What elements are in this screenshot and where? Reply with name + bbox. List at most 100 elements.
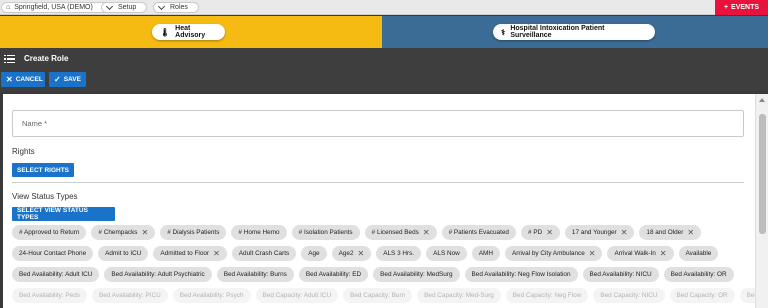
scrollbar[interactable]: [755, 94, 768, 308]
status-type-chip[interactable]: Bed Capacity: Peds: [739, 288, 755, 303]
status-type-chip-label: Age2: [338, 250, 354, 257]
remove-chip-icon[interactable]: ✕: [358, 249, 365, 258]
status-type-chip-label: Bed Availability: MedSurg: [380, 271, 453, 278]
status-type-chip[interactable]: Bed Capacity: NICU: [593, 288, 665, 303]
surveillance-pill[interactable]: ⚕ Hospital Intoxication Patient Surveill…: [493, 24, 655, 40]
status-type-chip[interactable]: Arrival by City Ambulance ✕: [504, 246, 603, 261]
status-type-chip[interactable]: Bed Capacity: Adult ICU: [255, 288, 339, 303]
cancel-button[interactable]: ✕ CANCEL: [1, 72, 45, 87]
remove-chip-icon[interactable]: ✕: [687, 228, 694, 237]
status-type-chip[interactable]: Bed Availability: OR: [663, 267, 734, 282]
status-type-chip[interactable]: Bed Capacity: Burn: [343, 288, 413, 303]
scroll-up-icon[interactable]: [759, 98, 765, 102]
alert-banner-row: 🌡 Heat Advisory ⚕ Hospital Intoxication …: [0, 16, 768, 48]
remove-chip-icon[interactable]: ✕: [141, 228, 148, 237]
remove-chip-icon[interactable]: ✕: [423, 228, 430, 237]
status-type-chip[interactable]: AMH: [471, 246, 500, 261]
chip-row: # Approved to Return # Chempacks ✕ # Dialys…: [12, 225, 747, 240]
remove-chip-icon[interactable]: ✕: [546, 228, 553, 237]
breadcrumb-setup-label: Setup: [118, 4, 137, 11]
status-type-chip[interactable]: # Isolation Patients: [291, 225, 360, 240]
status-type-chip[interactable]: # Dialysis Patients: [160, 225, 227, 240]
status-type-chip[interactable]: Available: [678, 246, 719, 261]
alert-banner-heat: 🌡 Heat Advisory: [0, 16, 382, 48]
status-type-chip[interactable]: Admitted to Floor ✕: [153, 246, 227, 261]
status-type-chip[interactable]: Bed Availability: Adult Psychiatric: [104, 267, 212, 282]
status-type-chip[interactable]: # Patients Evacuated: [441, 225, 516, 240]
status-type-chip[interactable]: # Home Hemo: [231, 225, 287, 240]
remove-chip-icon[interactable]: ✕: [589, 249, 596, 258]
heat-advisory-pill[interactable]: 🌡 Heat Advisory: [152, 24, 225, 40]
chip-row: Bed Availability: Adult ICU Bed Availabil…: [12, 267, 747, 282]
view-status-types-label: View Status Types: [12, 192, 78, 201]
status-type-chip[interactable]: 18 and Older ✕: [639, 225, 702, 240]
status-type-chip[interactable]: Bed Availability: Burns: [216, 267, 294, 282]
status-type-chip[interactable]: Admit to ICU: [98, 246, 149, 261]
status-type-chip-label: # PD: [527, 229, 543, 236]
breadcrumb-roles[interactable]: Roles: [153, 2, 199, 13]
check-icon: ✓: [54, 75, 61, 84]
status-type-chip[interactable]: # Chempacks ✕: [91, 225, 156, 240]
status-type-chip-label: Available: [685, 250, 712, 257]
status-type-chip[interactable]: ALS Now: [426, 246, 467, 261]
status-type-chip-label: ALS 3 Hrs.: [383, 250, 415, 257]
status-type-chip[interactable]: Bed Availability: PICU: [92, 288, 168, 303]
select-view-status-types-button[interactable]: SELECT VIEW STATUS TYPES: [12, 207, 115, 221]
home-icon: ⌂: [6, 4, 11, 11]
status-type-chip-label: Bed Availability: Neg Flow Isolation: [471, 271, 571, 278]
title-bar: Create Role: [0, 48, 768, 69]
surveillance-label: Hospital Intoxication Patient Surveillan…: [510, 25, 605, 39]
page-title: Create Role: [24, 54, 69, 63]
status-type-chip-label: 17 and Younger: [571, 229, 617, 236]
status-type-chip-label: # Approved to Return: [19, 229, 80, 236]
status-type-chip[interactable]: 24-Hour Contact Phone: [12, 246, 94, 261]
status-type-chip[interactable]: # Licensed Beds ✕: [364, 225, 437, 240]
status-type-chip[interactable]: Bed Capacity: OR: [669, 288, 735, 303]
events-button[interactable]: + EVENTS: [715, 0, 768, 15]
status-type-chip-label: Admitted to Floor: [160, 250, 210, 257]
save-button[interactable]: ✓ SAVE: [49, 72, 86, 87]
select-rights-button[interactable]: SELECT RIGHTS: [12, 163, 74, 177]
status-type-chip-label: Bed Availability: PICU: [99, 292, 161, 299]
remove-chip-icon[interactable]: ✕: [660, 249, 667, 258]
status-type-chip[interactable]: Arrival Walk-In ✕: [607, 246, 674, 261]
status-type-chip-label: Bed Capacity: Med-Surg: [424, 292, 494, 299]
remove-chip-icon[interactable]: ✕: [213, 249, 220, 258]
status-type-chip[interactable]: Bed Availability: Adult ICU: [12, 267, 100, 282]
status-type-chip-label: Bed Availability: Burns: [223, 271, 287, 278]
status-type-chip[interactable]: 17 and Younger ✕: [564, 225, 635, 240]
status-type-chip[interactable]: # Approved to Return: [12, 225, 87, 240]
status-type-chip[interactable]: ALS 3 Hrs.: [376, 246, 422, 261]
status-type-chip[interactable]: # PD ✕: [520, 225, 560, 240]
status-type-chip-label: Bed Availability: Psych: [179, 292, 244, 299]
status-type-chip[interactable]: Bed Availability: ED: [298, 267, 369, 282]
status-type-chip[interactable]: Bed Capacity: Med-Surg: [417, 288, 501, 303]
status-type-chip-label: Bed Availability: Peds: [19, 292, 80, 299]
medical-icon: ⚕: [501, 27, 506, 37]
status-type-chip-label: Bed Capacity: NICU: [600, 292, 658, 299]
breadcrumb-setup[interactable]: Setup: [101, 2, 147, 13]
status-type-chip[interactable]: Bed Availability: NICU: [582, 267, 659, 282]
name-field[interactable]: [12, 110, 744, 137]
chip-row: 24-Hour Contact Phone Admit to ICU Admitte…: [12, 246, 747, 261]
status-type-chip-list: # Approved to Return # Chempacks ✕ # Dialys…: [12, 225, 755, 308]
status-type-chip[interactable]: Bed Availability: Neg Flow Isolation: [464, 267, 578, 282]
status-type-chip[interactable]: Bed Availability: Psych: [172, 288, 251, 303]
remove-chip-icon[interactable]: ✕: [621, 228, 628, 237]
status-type-chip[interactable]: Age2 ✕: [331, 246, 372, 261]
status-type-chip[interactable]: Bed Capacity: Neg Flow: [505, 288, 589, 303]
status-type-chip[interactable]: Adult Crash Carts: [231, 246, 297, 261]
chip-row: Bed Availability: Peds Bed Availability: …: [12, 288, 755, 303]
status-type-chip-label: Bed Capacity: Neg Flow: [512, 292, 582, 299]
status-type-chip[interactable]: Bed Availability: Peds: [12, 288, 87, 303]
status-type-chip-label: ALS Now: [433, 250, 460, 257]
events-label: EVENTS: [731, 4, 760, 11]
scrollbar-thumb[interactable]: [759, 114, 766, 234]
status-type-chip[interactable]: Age: [301, 246, 327, 261]
breadcrumb: ⌂ Springfield, USA (DEMO) Setup Roles + …: [0, 0, 768, 15]
status-type-chip[interactable]: Bed Availability: MedSurg: [373, 267, 460, 282]
thermometer-icon: 🌡: [160, 27, 171, 37]
menu-icon[interactable]: [4, 54, 15, 64]
status-type-chip-label: # Licensed Beds: [371, 229, 419, 236]
status-type-chip-label: Bed Availability: OR: [670, 271, 727, 278]
